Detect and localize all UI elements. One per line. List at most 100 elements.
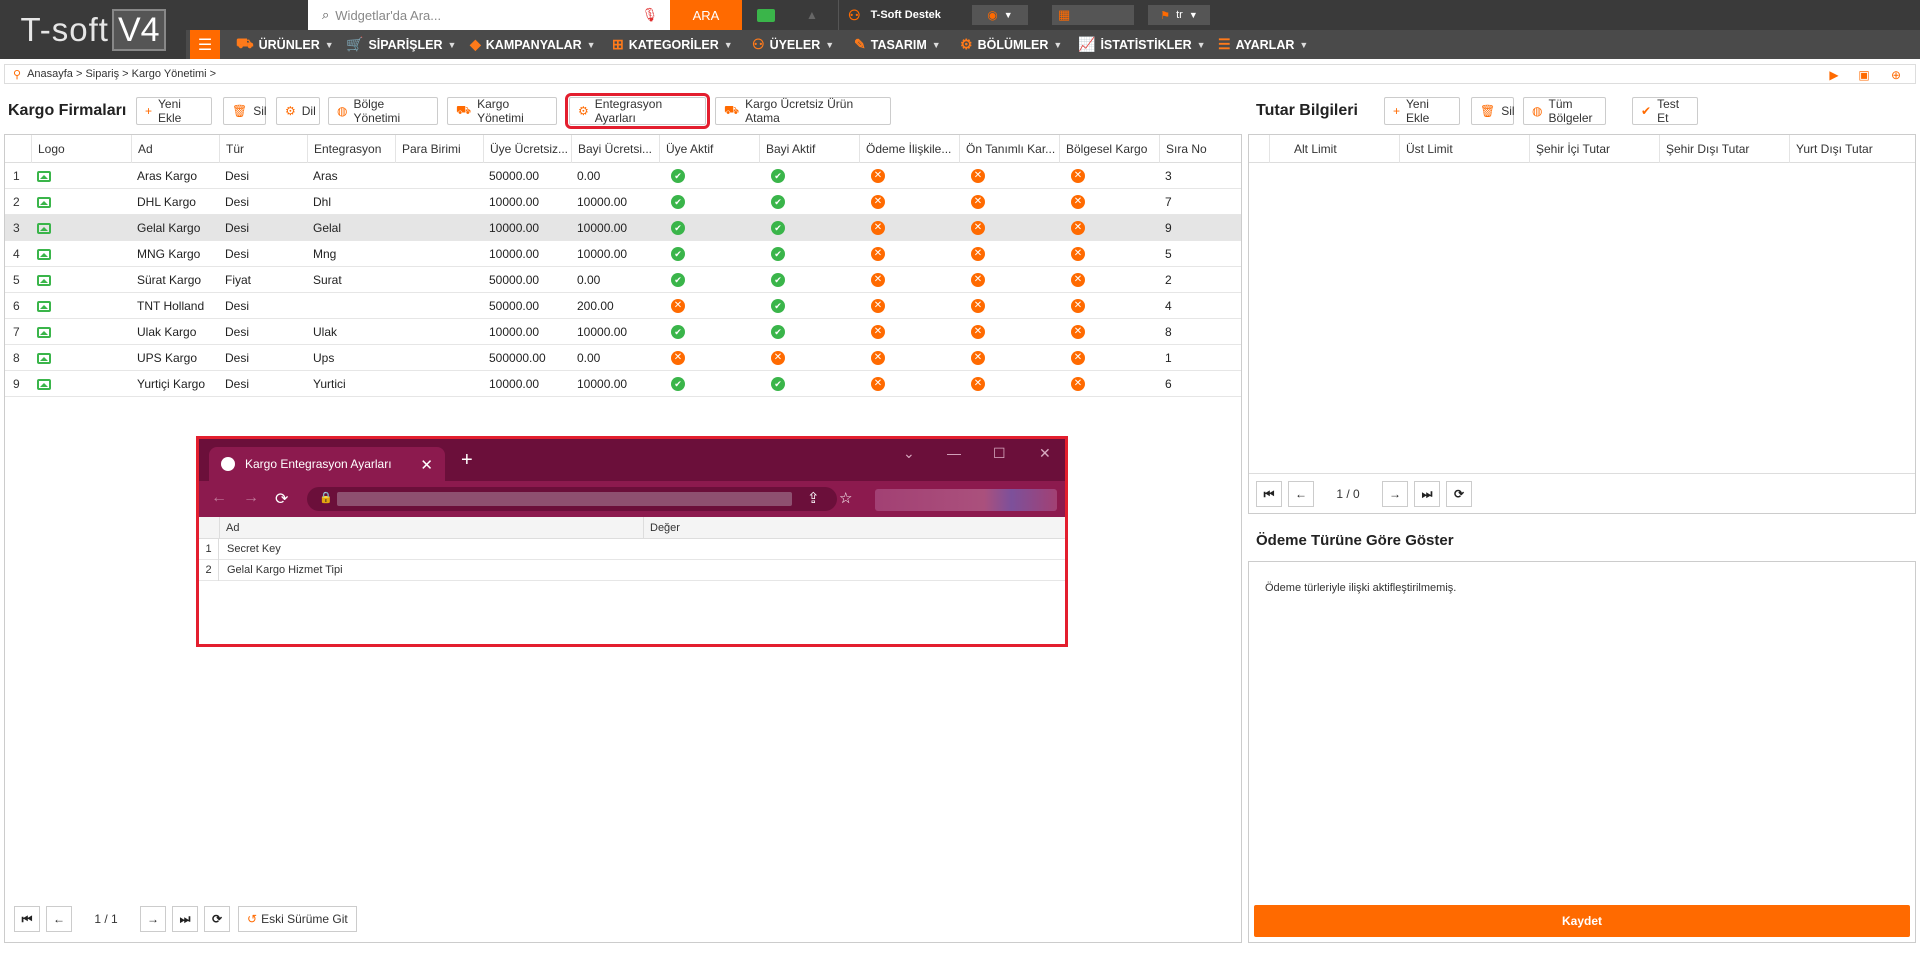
apps-menu[interactable]: ▦ [1052, 5, 1134, 25]
add-widget-icon[interactable]: ⊕ [1888, 67, 1904, 83]
free-cargo-product-assign-button[interactable]: ⛟ Kargo Ücretsiz Ürün Atama [715, 97, 891, 125]
col-bayi-ucretsiz[interactable]: Bayi Ücretsi... [571, 135, 659, 163]
table-row[interactable]: 2 DHL Kargo Desi Dhl 10000.00 10000.00 ✔ ✔ ✕ ✕ ✕ 7 [5, 189, 1241, 215]
test-button[interactable]: ✔ Test Et [1632, 97, 1698, 125]
col-on-tanimli[interactable]: Ön Tanımlı Kar... [959, 135, 1059, 163]
col-yurt-disi[interactable]: Yurt Dışı Tutar [1789, 135, 1915, 163]
col-tur[interactable]: Tür [219, 135, 307, 163]
nav-item-kategoriler[interactable]: ⊞ KATEGORİLER ▼ [612, 30, 733, 59]
nav-label: KATEGORİLER [628, 37, 719, 52]
cell-tur: Desi [225, 325, 250, 339]
nav-item-istatistikler[interactable]: 📈 İSTATİSTİKLER ▼ [1078, 30, 1206, 59]
reload-icon[interactable]: ⟳ [275, 489, 288, 509]
back-icon[interactable]: ← [211, 489, 227, 507]
col-ad[interactable]: Ad [131, 135, 219, 163]
col-odeme-iliskili[interactable]: Ödeme İlişkile... [859, 135, 959, 163]
last-page-icon[interactable]: ⏭ [1414, 481, 1440, 507]
integration-settings-button[interactable]: ⚙ Entegrasyon Ayarları [565, 93, 710, 129]
col-ust-limit[interactable]: Üst Limit [1399, 135, 1529, 163]
col-bayi-aktif[interactable]: Bayi Aktif [759, 135, 859, 163]
close-window-icon[interactable]: ✕ [1039, 445, 1051, 462]
star-icon[interactable]: ☆ [839, 489, 852, 507]
refresh-icon[interactable]: ⟳ [204, 906, 230, 932]
alert-icon[interactable]: ▲ [792, 0, 832, 30]
save-button[interactable]: Kaydet [1254, 905, 1910, 937]
table-row[interactable]: 1 Aras Kargo Desi Aras 50000.00 0.00 ✔ ✔ ✕ ✕ ✕ 3 [5, 163, 1241, 189]
table-row[interactable]: 8 UPS Kargo Desi Ups 500000.00 0.00 ✕ ✕ ✕ ✕ ✕ 1 [5, 345, 1241, 371]
nav-item-bolumler[interactable]: ⚙ BÖLÜMLER ▼ [960, 30, 1062, 59]
col-para-birimi[interactable]: Para Birimi [395, 135, 483, 163]
visibility-dropdown[interactable]: ◉ ▼ [972, 5, 1028, 25]
forward-icon[interactable]: → [243, 489, 259, 507]
col-ad[interactable]: Ad [219, 517, 663, 539]
table-row[interactable]: 1 Secret Key [199, 539, 1065, 560]
table-row[interactable]: 9 Yurtiçi Kargo Desi Yurtici 10000.00 10000.0… [5, 371, 1241, 397]
col-deger[interactable]: Değer [643, 517, 1065, 539]
nav-item-kampanyalar[interactable]: ◆ KAMPANYALAR ▼ [470, 30, 596, 59]
cargo-management-button[interactable]: ⛟ Kargo Yönetimi [447, 97, 557, 125]
share-icon[interactable]: ⇪ [807, 489, 820, 507]
col-sehir-disi[interactable]: Şehir Dışı Tutar [1659, 135, 1789, 163]
close-tab-icon[interactable]: ✕ [420, 456, 433, 474]
add-new-button[interactable]: + Yeni Ekle [136, 97, 212, 125]
first-page-icon[interactable]: ⏮ [1256, 481, 1282, 507]
nav-item-tasarim[interactable]: ✎ TASARIM ▼ [854, 30, 941, 59]
microphone-icon[interactable]: 🎙 [641, 7, 658, 23]
amount-add-new-button[interactable]: + Yeni Ekle [1384, 97, 1460, 125]
x-circle-icon: ✕ [971, 351, 985, 365]
all-regions-button[interactable]: ◍ Tüm Bölgeler [1523, 97, 1606, 125]
language-dropdown[interactable]: ⚑ tr ▼ [1148, 5, 1210, 25]
cell-ontan: ✕ [959, 189, 1059, 215]
nav-item-uyeler[interactable]: ⚇ ÜYELER ▼ [752, 30, 834, 59]
nav-item-siparisler[interactable]: 🛒 SİPARİŞLER ▼ [346, 30, 456, 59]
next-page-icon[interactable]: → [140, 906, 166, 932]
first-page-icon[interactable]: ⏮ [14, 906, 40, 932]
prev-page-icon[interactable]: ← [46, 906, 72, 932]
hamburger-menu-icon[interactable]: ☰ [190, 30, 220, 59]
col-sehir-ici[interactable]: Şehir İçi Tutar [1529, 135, 1659, 163]
search-button[interactable]: ARA [670, 0, 742, 30]
table-row[interactable]: 4 MNG Kargo Desi Mng 10000.00 10000.00 ✔ ✔ ✕ ✕ ✕ 5 [5, 241, 1241, 267]
table-row[interactable]: 6 TNT Holland Desi 50000.00 200.00 ✕ ✔ ✕ ✕ ✕ 4 [5, 293, 1241, 319]
language-button[interactable]: ⚙ Dil [276, 97, 320, 125]
col-sira-no[interactable]: Sıra No [1159, 135, 1241, 163]
breadcrumb-text[interactable]: Anasayfa > Sipariş > Kargo Yönetimi > [27, 68, 216, 80]
maximize-icon[interactable]: ☐ [993, 445, 1006, 462]
support-user[interactable]: ⚇ T-Soft Destek [848, 0, 978, 30]
bookmark-icon[interactable]: ▣ [1856, 67, 1872, 83]
cell-ent: Ulak [313, 325, 338, 339]
play-icon[interactable]: ▶ [1826, 67, 1842, 83]
eye-icon: ◉ [987, 8, 998, 22]
minimize-icon[interactable]: — [947, 445, 961, 461]
region-management-button[interactable]: ◍ Bölge Yönetimi [328, 97, 438, 125]
col-uye-ucretsiz[interactable]: Üye Ücretsiz... [483, 135, 571, 163]
next-page-icon[interactable]: → [1382, 481, 1408, 507]
col-logo[interactable]: Logo [31, 135, 131, 163]
extensions-area[interactable] [875, 489, 1057, 511]
col-bolgesel-kargo[interactable]: Bölgesel Kargo [1059, 135, 1159, 163]
table-row[interactable]: 5 Sürat Kargo Fiyat Surat 50000.00 0.00 ✔ ✔ ✕ ✕ ✕ 2 [5, 267, 1241, 293]
col-alt-limit[interactable]: Alt Limit [1269, 135, 1399, 163]
url-input[interactable]: 🔒 [307, 487, 837, 511]
chevron-down-icon[interactable]: ⌄ [903, 445, 915, 462]
last-page-icon[interactable]: ⏭ [172, 906, 198, 932]
delete-button[interactable]: 🗑 Sil [223, 97, 267, 125]
chat-icon[interactable] [746, 0, 786, 30]
refresh-icon[interactable]: ⟳ [1446, 481, 1472, 507]
amount-delete-button[interactable]: 🗑 Sil [1471, 97, 1515, 125]
col-uye-aktif[interactable]: Üye Aktif [659, 135, 759, 163]
widget-search-input[interactable]: ⌕ Widgetlar'da Ara... 🎙 [308, 0, 670, 30]
prev-page-icon[interactable]: ← [1288, 481, 1314, 507]
nav-item-ayarlar[interactable]: ☰ AYARLAR ▼ [1218, 30, 1308, 59]
app-logo[interactable]: T-soft V4 [0, 0, 186, 59]
table-row[interactable]: 7 Ulak Kargo Desi Ulak 10000.00 10000.00 ✔ ✔ ✕ ✕ ✕… [5, 319, 1241, 345]
button-label: Entegrasyon Ayarları [594, 97, 663, 125]
old-version-button[interactable]: ↺ Eski Sürüme Git [238, 906, 357, 932]
cell-bayi_ucr: 0.00 [577, 169, 601, 183]
new-tab-icon[interactable]: + [461, 449, 473, 472]
nav-item-urunler[interactable]: ⛟ ÜRÜNLER ▼ [236, 30, 334, 59]
col-entegrasyon[interactable]: Entegrasyon [307, 135, 395, 163]
table-row[interactable]: 2 Gelal Kargo Hizmet Tipi [199, 560, 1065, 581]
browser-tab[interactable]: Kargo Entegrasyon Ayarları ✕ [209, 447, 445, 481]
table-row[interactable]: 3 Gelal Kargo Desi Gelal 10000.00 10000.00 ✔ ✔ ✕… [5, 215, 1241, 241]
